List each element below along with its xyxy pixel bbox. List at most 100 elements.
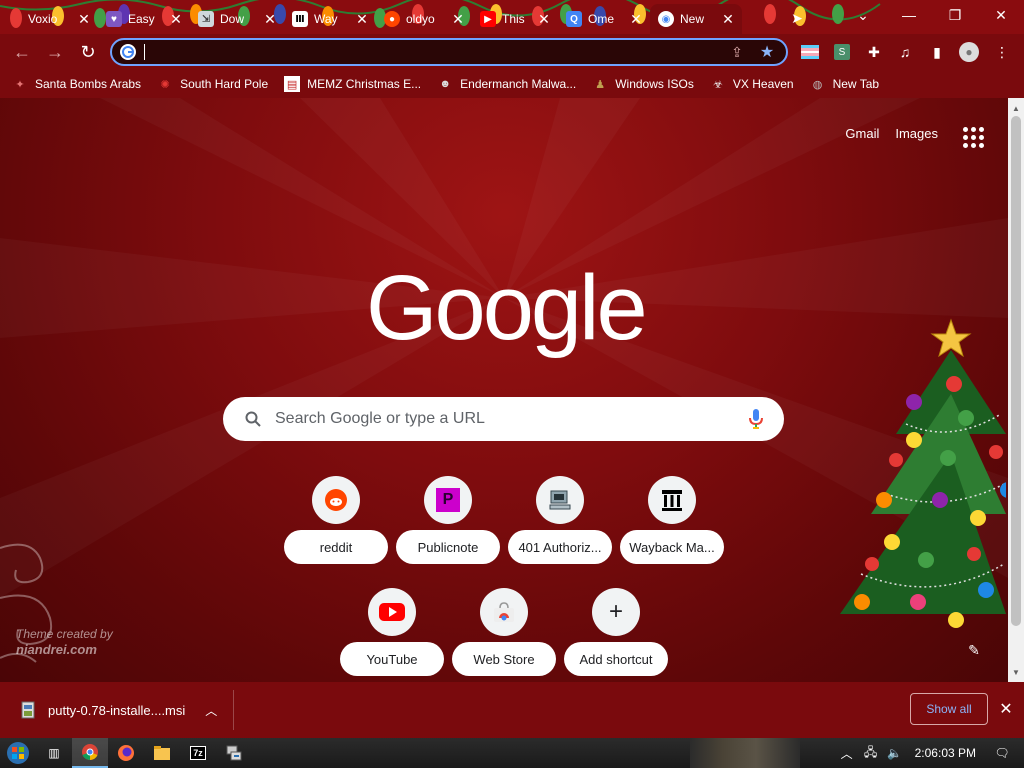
show-all-button[interactable]: Show all <box>910 693 988 725</box>
add-shortcut-button[interactable]: + Add shortcut <box>564 588 676 682</box>
tab-label: New <box>680 12 705 26</box>
bookmark-windows-isos[interactable]: ♟ Windows ISOs <box>592 76 694 92</box>
customize-pencil-icon[interactable]: ✎ <box>964 640 984 660</box>
tab-search-dropdown-icon[interactable]: ⌄ <box>840 0 886 30</box>
bookmark-endermanch[interactable]: ☻ Endermanch Malwa... <box>437 76 576 92</box>
snowflake-icon: ✺ <box>160 78 170 91</box>
shortcut-label: 401 Authoriz... <box>508 530 612 564</box>
theme-credit-link[interactable]: niandrei.com <box>16 642 113 658</box>
s-extension-icon[interactable]: S <box>830 40 854 64</box>
tab-close-icon[interactable]: ✕ <box>628 11 644 27</box>
minimize-button[interactable]: — <box>886 0 932 30</box>
shortcut-label: Web Store <box>452 642 556 676</box>
shortcut-reddit[interactable]: reddit <box>284 476 396 588</box>
bookmark-vx-heaven[interactable]: ☣ VX Heaven <box>710 76 794 92</box>
show-hidden-icons-chevron-icon[interactable]: ︿ <box>835 738 859 768</box>
tab-new-tab[interactable]: ◉ New ✕ <box>650 4 742 34</box>
start-button[interactable] <box>0 738 36 768</box>
search-input[interactable] <box>275 410 744 428</box>
tab-close-icon[interactable]: ✕ <box>262 11 278 27</box>
extensions-puzzle-icon[interactable]: ✚ <box>862 40 886 64</box>
task-view-icon[interactable]: ▥ <box>36 738 72 768</box>
address-input[interactable] <box>149 44 726 60</box>
bookmark-label: VX Heaven <box>732 77 794 91</box>
system-tray: ︿ 🖧 🔈 2:06:03 PM 🗨 <box>835 738 1024 768</box>
shortcut-publicnote[interactable]: P Publicnote <box>396 476 508 588</box>
tab-close-icon[interactable]: ✕ <box>354 11 370 27</box>
easy-icon: ♥ <box>106 11 122 27</box>
scroll-up-arrow-icon[interactable]: ▲ <box>1008 100 1024 116</box>
close-download-bar-icon[interactable]: ✕ <box>996 699 1016 719</box>
chrome-menu-icon[interactable]: ⋮ <box>990 40 1014 64</box>
search-box[interactable] <box>223 397 784 441</box>
bookmark-label: Endermanch Malwa... <box>460 77 577 91</box>
tab-close-icon[interactable]: ✕ <box>720 11 736 27</box>
browser-toolbar: ← → ↻ ⇪ ★ S ✚ ♫ ▮ ● ⋮ <box>0 34 1024 70</box>
download-icon: ⇲ <box>198 11 214 27</box>
taskbar-7zip-icon[interactable]: 7z <box>180 738 216 768</box>
shortcut-web-store[interactable]: Web Store <box>452 588 564 682</box>
restore-button[interactable]: ❐ <box>932 0 978 30</box>
microphone-icon[interactable] <box>744 407 768 431</box>
bookmark-south-hard-pole[interactable]: ✺ South Hard Pole <box>157 76 268 92</box>
bookmark-memz-christmas[interactable]: ▤ MEMZ Christmas E... <box>284 76 421 92</box>
tab-close-icon[interactable]: ✕ <box>76 11 92 27</box>
tab-voxio[interactable]: Voxio ✕ <box>0 4 98 34</box>
images-link[interactable]: Images <box>895 126 938 141</box>
chrome-icon: ◉ <box>658 11 674 27</box>
tab-wayback[interactable]: Ⅲ Way ✕ <box>284 4 376 34</box>
tab-close-icon[interactable]: ✕ <box>536 11 552 27</box>
network-icon[interactable]: 🖧 <box>859 738 883 768</box>
tab-reddit[interactable]: ● oldyo ✕ <box>376 4 472 34</box>
tab-close-icon[interactable]: ✕ <box>450 11 466 27</box>
youtube-icon: ▶ <box>480 11 496 27</box>
new-tab-page: Gmail Images Google reddit P Publicnote … <box>0 98 1008 682</box>
tab-ome[interactable]: Q Ome ✕ <box>558 4 650 34</box>
volume-icon[interactable]: 🔈 <box>883 738 907 768</box>
tab-label: Easy <box>128 12 155 26</box>
shortcut-wayback-machine[interactable]: Wayback Ma... <box>620 476 732 588</box>
forward-button[interactable]: → <box>41 38 69 66</box>
publicnote-icon: P <box>424 476 472 524</box>
google-logo: Google <box>366 257 648 359</box>
mouse-cursor-icon: ➤ <box>791 9 803 26</box>
reload-button[interactable]: ↻ <box>74 38 102 66</box>
tab-easy[interactable]: ♥ Easy ✕ <box>98 4 190 34</box>
back-button[interactable]: ← <box>8 38 36 66</box>
shortcut-401-authorization[interactable]: 401 Authoriz... <box>508 476 620 588</box>
gmail-link[interactable]: Gmail <box>845 126 879 141</box>
plus-icon: + <box>592 588 640 636</box>
download-item[interactable]: putty-0.78-installe....msi ︿ <box>0 690 221 730</box>
shortcut-label: YouTube <box>340 642 444 676</box>
taskbar-clock[interactable]: 2:06:03 PM <box>915 746 976 760</box>
tab-youtube[interactable]: ▶ This ✕ <box>472 4 558 34</box>
address-bar[interactable]: ⇪ ★ <box>110 38 788 66</box>
taskbar-chrome-icon[interactable] <box>72 738 108 768</box>
apps-grid-icon[interactable] <box>960 124 984 148</box>
reddit-icon <box>312 476 360 524</box>
vx-heaven-icon: ☣ <box>712 78 723 91</box>
theme-credit: Theme created by niandrei.com <box>16 626 113 658</box>
bookmark-label: New Tab <box>832 77 880 91</box>
shortcut-youtube[interactable]: YouTube <box>340 588 452 682</box>
bookmark-new-tab[interactable]: ◍ New Tab <box>810 76 879 92</box>
flag-extension-icon[interactable] <box>798 40 822 64</box>
bookmark-santa-bombs-arabs[interactable]: ✦ Santa Bombs Arabs <box>12 76 141 92</box>
scrollbar-thumb[interactable] <box>1011 116 1021 626</box>
media-control-icon[interactable]: ♫ <box>893 40 917 64</box>
profile-avatar-icon[interactable]: ● <box>957 40 981 64</box>
tab-close-icon[interactable]: ✕ <box>168 11 184 27</box>
side-panel-icon[interactable]: ▮ <box>925 40 949 64</box>
taskbar-installer-icon[interactable] <box>216 738 252 768</box>
shortcut-label: Add shortcut <box>564 642 668 676</box>
taskbar-firefox-icon[interactable] <box>108 738 144 768</box>
share-icon[interactable]: ⇪ <box>726 41 748 63</box>
taskbar-file-explorer-icon[interactable] <box>144 738 180 768</box>
enderman-icon: ☻ <box>439 78 451 90</box>
tab-download[interactable]: ⇲ Dow ✕ <box>190 4 284 34</box>
bookmark-star-icon[interactable]: ★ <box>756 41 778 63</box>
scroll-down-arrow-icon[interactable]: ▼ <box>1008 664 1024 680</box>
close-window-button[interactable]: ✕ <box>978 0 1024 30</box>
action-center-icon[interactable]: 🗨 <box>990 738 1014 768</box>
chevron-up-icon[interactable]: ︿ <box>201 702 221 719</box>
